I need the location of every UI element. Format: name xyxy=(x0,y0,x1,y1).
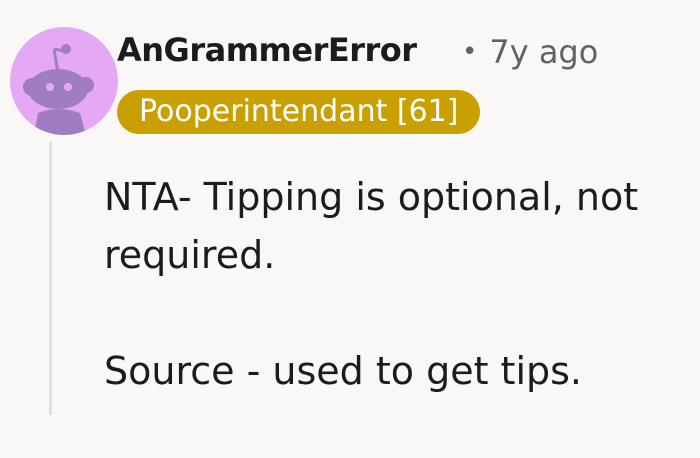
thread-collapse-line[interactable] xyxy=(49,142,52,415)
user-flair: Pooperintendant [61] xyxy=(117,90,481,134)
user-avatar[interactable] xyxy=(10,27,118,135)
comment-meta: • 7y ago xyxy=(462,33,598,71)
comment-author[interactable]: AnGrammerError xyxy=(117,31,417,69)
comment-paragraph: Source - used to get tips. xyxy=(104,349,583,393)
comment-age[interactable]: 7y ago xyxy=(489,33,598,71)
meta-separator: • xyxy=(462,37,478,67)
snoo-avatar-icon xyxy=(23,44,94,135)
comment-paragraph: NTA- Tipping is optional, not required. xyxy=(104,175,639,277)
